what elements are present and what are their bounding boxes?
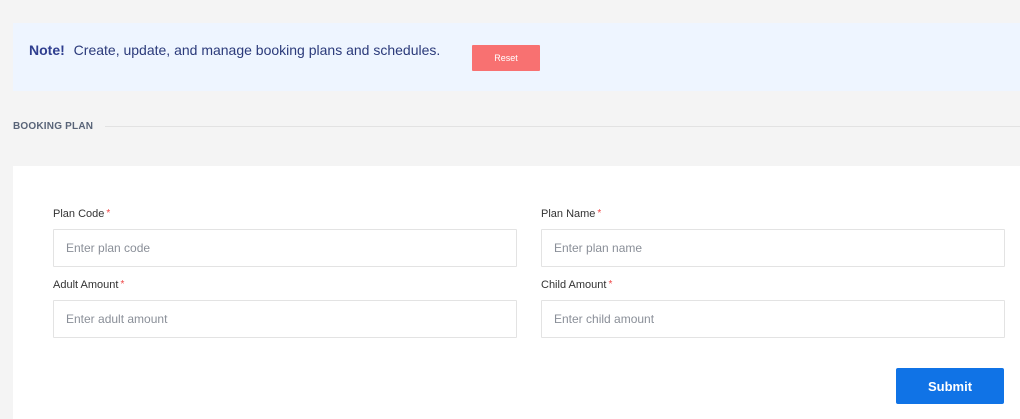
reset-button[interactable]: Reset bbox=[472, 45, 540, 71]
adult-amount-label-text: Adult Amount bbox=[53, 279, 119, 291]
required-mark: * bbox=[120, 279, 125, 290]
note-banner: Note! Create, update, and manage booking… bbox=[13, 23, 1020, 91]
section-title: BOOKING PLAN bbox=[13, 120, 94, 132]
child-amount-label-text: Child Amount bbox=[541, 279, 607, 291]
submit-button[interactable]: Submit bbox=[896, 368, 1004, 404]
required-mark: * bbox=[106, 208, 111, 219]
plan-name-input[interactable] bbox=[541, 229, 1005, 267]
child-amount-input[interactable] bbox=[541, 300, 1005, 338]
plan-name-label-text: Plan Name bbox=[541, 208, 596, 220]
booking-plan-form: Plan Code* Plan Name* Adult Amount* Chil… bbox=[13, 166, 1020, 419]
adult-amount-input[interactable] bbox=[53, 300, 517, 338]
plan-code-input[interactable] bbox=[53, 229, 517, 267]
note-message: Create, update, and manage booking plans… bbox=[73, 42, 441, 58]
plan-name-label: Plan Name * bbox=[541, 208, 1005, 222]
required-mark: * bbox=[608, 279, 613, 290]
child-amount-label: Child Amount * bbox=[541, 279, 1005, 293]
required-mark: * bbox=[597, 208, 602, 219]
note-label: Note! bbox=[29, 42, 65, 58]
plan-code-label: Plan Code * bbox=[53, 208, 517, 222]
plan-code-field: Plan Code * bbox=[53, 208, 517, 267]
adult-amount-field: Adult Amount * bbox=[53, 279, 517, 338]
note-text: Note! Create, update, and manage booking… bbox=[29, 42, 440, 58]
plan-code-label-text: Plan Code bbox=[53, 208, 105, 220]
child-amount-field: Child Amount * bbox=[541, 279, 1005, 338]
section-divider bbox=[105, 125, 1020, 127]
section-header: BOOKING PLAN bbox=[13, 118, 1020, 134]
adult-amount-label: Adult Amount * bbox=[53, 279, 517, 293]
plan-name-field: Plan Name * bbox=[541, 208, 1005, 267]
